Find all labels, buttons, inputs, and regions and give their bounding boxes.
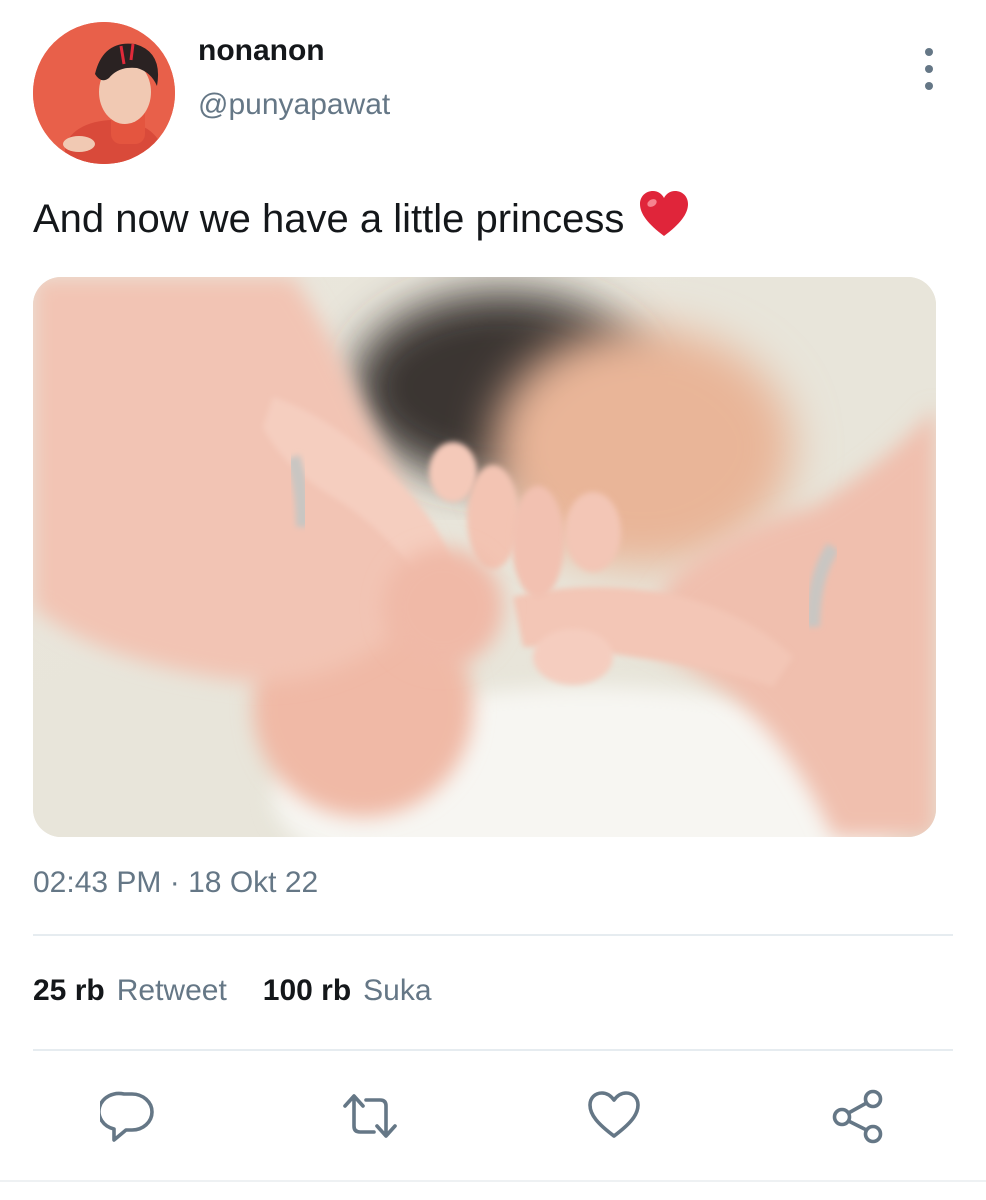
bottom-divider [0,1180,986,1182]
share-icon[interactable] [830,1088,886,1144]
retweet-count: 25 rb [33,974,105,1007]
tweet-date: 18 Okt 22 [188,866,319,899]
retweet-icon[interactable] [342,1088,398,1144]
tweet-timestamp[interactable]: 02:43 PM · 18 Okt 22 [33,866,318,900]
like-label: Suka [363,974,432,1007]
red-heart-emoji-icon [638,190,690,248]
avatar[interactable] [33,22,175,164]
divider [33,934,953,936]
like-stat[interactable]: 100 rb Suka [263,974,432,1008]
heart-icon[interactable] [586,1088,642,1144]
like-count: 100 rb [262,974,352,1007]
retweet-stat[interactable]: 25 rb Retweet [33,974,227,1008]
tweet-body: And now we have a little princess [33,196,625,241]
tweet-stats: 25 rb Retweet 100 rb Suka [33,974,468,1008]
reply-icon[interactable] [100,1088,156,1144]
tweet-time: 02:43 PM [33,866,162,899]
tweet-text: And now we have a little princess [33,190,690,248]
divider [33,1049,953,1051]
dot [925,65,933,73]
dot [925,82,933,90]
user-handle[interactable]: @punyapawat [198,88,390,122]
action-bar [0,1088,986,1144]
display-name[interactable]: nonanon [198,34,325,68]
tweet-media-image[interactable] [33,277,936,837]
retweet-label: Retweet [116,974,227,1007]
dot [925,48,933,56]
more-options-icon[interactable] [914,48,944,90]
separator: · [169,866,180,899]
